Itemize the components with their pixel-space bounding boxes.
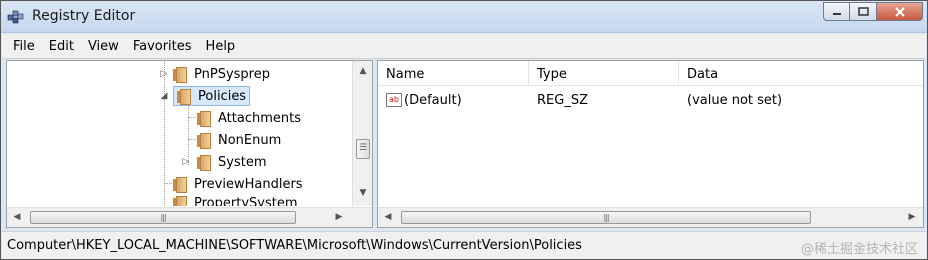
- folder-icon: [173, 196, 189, 206]
- value-type: REG_SZ: [537, 92, 588, 108]
- tree-item-previewhandlers[interactable]: PreviewHandlers: [173, 174, 303, 194]
- status-bar: Computer\HKEY_LOCAL_MACHINE\SOFTWARE\Mic…: [2, 231, 926, 259]
- tree-item-system[interactable]: ▷ System: [181, 152, 266, 172]
- scroll-down-arrow-icon[interactable]: ▼: [355, 185, 371, 201]
- tree-item-propertysystem[interactable]: PropertySystem: [173, 196, 298, 206]
- tree-item-label: PnPSysprep: [194, 66, 270, 82]
- folder-icon: [197, 155, 213, 171]
- current-key-path: Computer\HKEY_LOCAL_MACHINE\SOFTWARE\Mic…: [7, 238, 582, 253]
- maximize-icon: [857, 7, 869, 16]
- list-horizontal-scroll-thumb[interactable]: |||: [401, 211, 811, 224]
- scroll-left-arrow-icon[interactable]: ◀: [9, 209, 25, 225]
- scroll-right-arrow-icon[interactable]: ▶: [904, 209, 920, 225]
- value-data: (value not set): [687, 92, 783, 108]
- menu-view[interactable]: View: [81, 39, 126, 54]
- menu-edit[interactable]: Edit: [42, 39, 81, 54]
- menu-favorites[interactable]: Favorites: [126, 39, 199, 54]
- menu-bar: File Edit View Favorites Help: [2, 34, 926, 59]
- column-header-type[interactable]: Type: [529, 61, 679, 86]
- window-title: Registry Editor: [32, 8, 136, 24]
- tree-item-label: NonEnum: [218, 132, 282, 148]
- tree-vertical-scrollbar[interactable]: ▲ ☰ ▼: [352, 61, 372, 206]
- registry-tree-pane[interactable]: ▷ PnPSysprep ◢ Policies Attachments NonE…: [6, 60, 373, 228]
- folder-icon: [197, 133, 213, 149]
- column-header-name[interactable]: Name: [378, 61, 529, 86]
- tree-horizontal-scrollbar[interactable]: ◀ ||| ▶: [7, 207, 372, 227]
- tree-item-attachments[interactable]: Attachments: [197, 108, 301, 128]
- list-horizontal-scrollbar[interactable]: ◀ ||| ▶: [378, 207, 923, 227]
- value-name-cell: ab (Default): [378, 93, 529, 108]
- column-header-data[interactable]: Data: [679, 61, 923, 86]
- tree-item-label: Attachments: [218, 110, 301, 126]
- caption-buttons: [823, 2, 923, 22]
- registry-editor-icon: [7, 10, 24, 24]
- scroll-left-arrow-icon[interactable]: ◀: [380, 209, 396, 225]
- values-list-pane[interactable]: Name Type Data ab (Default) REG_SZ (value…: [377, 60, 924, 228]
- menu-help[interactable]: Help: [199, 39, 243, 54]
- watermark-text: @稀土掘金技术社区: [800, 242, 918, 257]
- folder-icon: [197, 111, 213, 127]
- folder-open-icon: [177, 89, 193, 105]
- value-name: (Default): [404, 92, 462, 108]
- expand-arrow-icon[interactable]: ▷: [181, 157, 191, 167]
- close-icon: [894, 6, 905, 17]
- tree-horizontal-scroll-thumb[interactable]: |||: [30, 211, 296, 224]
- tree-item-pnpsysprep[interactable]: ▷ PnPSysprep: [159, 64, 270, 84]
- close-button[interactable]: [877, 2, 923, 21]
- tree-item-label: PreviewHandlers: [194, 176, 303, 192]
- title-bar[interactable]: Registry Editor: [1, 1, 927, 33]
- list-item[interactable]: ab (Default) REG_SZ (value not set): [378, 89, 923, 111]
- scroll-right-arrow-icon[interactable]: ▶: [331, 209, 347, 225]
- registry-editor-window: Registry Editor File Edit View Favorites…: [0, 0, 928, 260]
- list-header: Name Type Data: [378, 61, 923, 86]
- scroll-up-arrow-icon[interactable]: ▲: [355, 63, 371, 79]
- collapse-arrow-icon[interactable]: ◢: [159, 91, 169, 101]
- string-value-icon: ab: [386, 93, 402, 107]
- maximize-button[interactable]: [850, 2, 877, 21]
- tree-vertical-scroll-thumb[interactable]: ☰: [356, 139, 370, 159]
- tree-item-policies[interactable]: ◢ Policies: [159, 86, 251, 106]
- menu-file[interactable]: File: [6, 39, 42, 54]
- expand-arrow-icon[interactable]: ▷: [159, 69, 169, 79]
- tree-item-label: PropertySystem: [194, 196, 298, 206]
- minimize-button[interactable]: [823, 2, 850, 21]
- folder-icon: [173, 67, 189, 83]
- tree-item-nonenum[interactable]: NonEnum: [197, 130, 281, 150]
- selected-node: Policies: [173, 86, 251, 106]
- tree-item-label: Policies: [198, 88, 247, 104]
- minimize-icon: [832, 12, 841, 15]
- folder-icon: [173, 177, 189, 193]
- tree-item-label: System: [218, 154, 267, 170]
